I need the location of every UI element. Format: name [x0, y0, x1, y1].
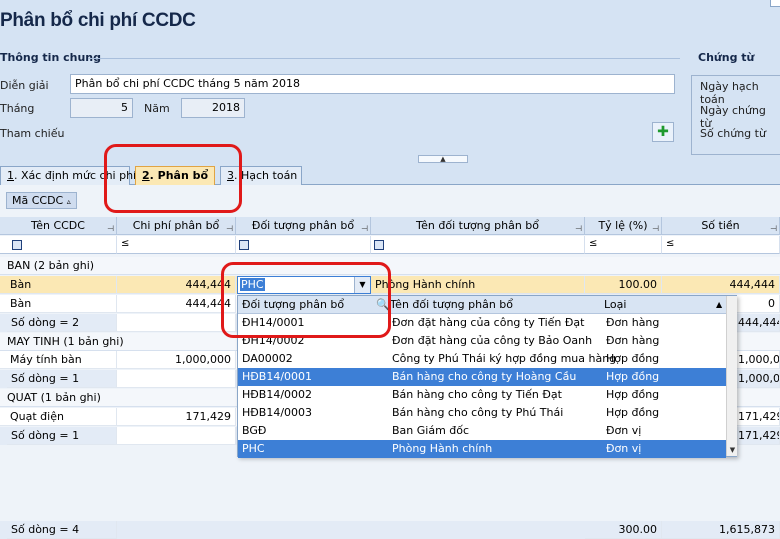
section-divider [88, 58, 680, 59]
filter-ty-le[interactable]: ≤ [585, 236, 662, 254]
pin-icon[interactable]: ⊣ [652, 220, 659, 234]
dropdown-scrollbar[interactable]: ▼ [726, 296, 737, 456]
filter-ten-ccdc[interactable] [0, 236, 117, 254]
filter-box-icon [12, 240, 22, 250]
pin-icon[interactable]: ⊣ [226, 220, 233, 234]
dropdown-item-selected[interactable]: PHC Phòng Hành chính Đơn vị [238, 440, 726, 458]
general-section-label: Thông tin chung [0, 51, 102, 64]
dropdown-item[interactable]: HĐB14/0002 Bán hàng cho công ty Tiến Đạt H… [238, 386, 726, 404]
group-by-chip[interactable]: Mã CCDC ▵ [6, 192, 77, 209]
so-chung-tu-label: Số chứng từ [700, 127, 766, 140]
dropdown-item[interactable]: BGĐ Ban Giám đốc Đơn vị [238, 422, 726, 440]
col-so-tien[interactable]: Số tiền ⊣ [662, 217, 780, 235]
dien-giai-input[interactable]: Phân bổ chi phí CCDC tháng 5 năm 2018 [70, 74, 675, 94]
pin-icon[interactable]: ⊣ [770, 220, 777, 234]
col-ten-ccdc[interactable]: Tên CCDC ⊣ [0, 217, 117, 235]
col-ten-doi-tuong[interactable]: Tên đối tượng phân bổ ⊣ [371, 217, 585, 235]
annotation-circle [104, 144, 242, 213]
thang-label: Tháng [0, 102, 35, 115]
sort-up-icon[interactable]: ▲ [716, 296, 722, 313]
pin-icon[interactable]: ⊣ [361, 220, 368, 234]
filter-chi-phi[interactable]: ≤ [117, 236, 236, 254]
dien-giai-label: Diễn giải [0, 79, 49, 92]
col-chi-phi[interactable]: Chi phí phân bổ ⊣ [117, 217, 236, 235]
add-reference-button[interactable]: ✚ [652, 122, 674, 142]
dropdown-item[interactable]: HĐB14/0003 Bán hàng cho công ty Phú Thái H… [238, 404, 726, 422]
filter-so-tien[interactable]: ≤ [662, 236, 780, 254]
tham-chieu-label: Tham chiếu [0, 127, 65, 140]
nam-input[interactable]: 2018 [181, 98, 245, 118]
thang-input[interactable]: 5 [70, 98, 133, 118]
dropdown-item-hover[interactable]: HĐB14/0001 Bán hàng cho công ty Hoàng Cầu… [238, 368, 726, 386]
dropdown-item[interactable]: DA00002 Công ty Phú Thái ký hợp đồng mua … [238, 350, 726, 368]
ngay-hach-toan-label: Ngày hạch toán [700, 80, 759, 106]
filter-doi-tuong[interactable] [236, 236, 371, 254]
col-ty-le[interactable]: Tỷ lệ (%) ⊣ [585, 217, 662, 235]
page-title: Phân bổ chi phí CCDC [0, 10, 196, 31]
pin-icon[interactable]: ⊣ [107, 220, 114, 234]
col-doi-tuong[interactable]: Đối tượng phân bổ ⊣ [236, 217, 371, 235]
filter-box-icon [374, 240, 384, 250]
annotation-circle [221, 262, 391, 338]
collapse-toggle[interactable]: ▲ [418, 155, 468, 163]
footer-row: Số dòng = 4 300.00 1,615,873 [0, 521, 780, 539]
pin-icon[interactable]: ⊣ [575, 220, 582, 234]
filter-box-icon [239, 240, 249, 250]
voucher-section-label: Chứng từ [698, 51, 755, 64]
window-edge [770, 0, 780, 7]
nam-label: Năm [144, 102, 170, 115]
filter-ten-doi-tuong[interactable] [371, 236, 585, 254]
scroll-down-icon[interactable]: ▼ [727, 445, 738, 456]
